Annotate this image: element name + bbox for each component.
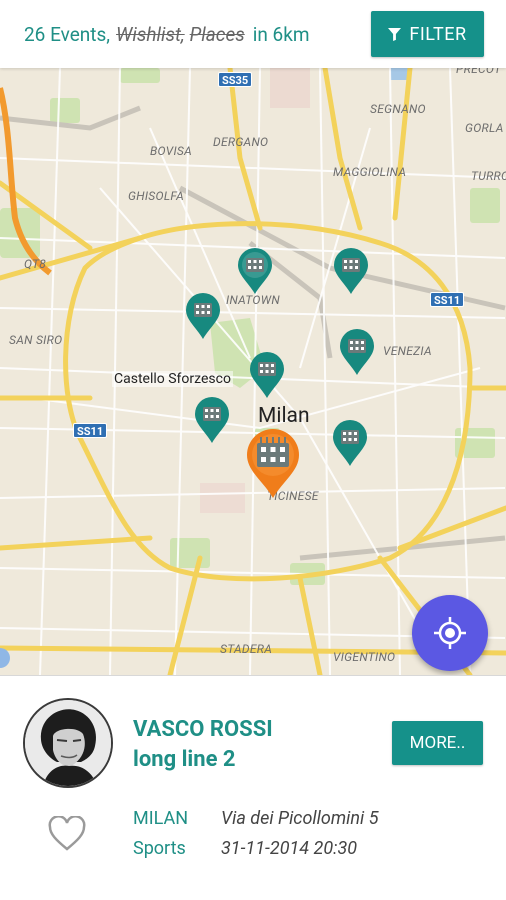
events-count[interactable]: 26 Events, <box>24 23 110 46</box>
map-label-venezia: VENEZIA <box>383 344 432 358</box>
venue-pin-icon[interactable] <box>331 419 369 467</box>
road-shield-ss11-west: SS11 <box>73 423 108 438</box>
top-bar: 26 Events, Wishlist, Places in 6km FILTE… <box>0 0 506 68</box>
event-subtitle: long line 2 <box>133 747 236 772</box>
venue-pin-icon[interactable] <box>248 351 286 399</box>
event-city: MILAN <box>133 808 189 829</box>
filter-icon <box>388 27 402 41</box>
road-shield-ss11-east: SS11 <box>430 292 465 307</box>
results-summary: 26 Events, Wishlist, Places in 6km <box>24 23 371 46</box>
map-label-maggiolina: MAGGIOLINA <box>333 165 407 179</box>
map-label-chinatown: INATOWN <box>226 293 280 307</box>
event-address: Via dei Picollomini 5 <box>221 808 379 829</box>
places-toggle[interactable]: Places <box>190 23 245 46</box>
map-label-stadera: STADERA <box>220 642 273 656</box>
event-title: VASCO ROSSI <box>133 717 273 742</box>
map-label-ghisolfa: GHISOLFA <box>128 189 185 203</box>
venue-pin-icon[interactable] <box>184 292 222 340</box>
venue-pin-icon[interactable] <box>193 396 231 444</box>
map-view[interactable]: PRECOT SEGNANO GORLA DERGANO BOVISA MAGG… <box>0 68 506 675</box>
map-label-bovisa: BOVISA <box>150 144 193 158</box>
wishlist-toggle[interactable]: Wishlist, <box>116 23 185 46</box>
road-shield-ss35: SS35 <box>218 72 253 87</box>
event-datetime: 31-11-2014 20:30 <box>221 838 358 859</box>
map-label-milan: Milan <box>258 404 310 428</box>
event-detail-panel: VASCO ROSSI long line 2 MORE.. MILAN Via… <box>0 675 506 900</box>
map-label-turro: TURRO <box>471 169 506 183</box>
map-label-precot: PRECOT <box>456 68 502 76</box>
event-category: Sports <box>133 838 186 859</box>
app-root: 26 Events, Wishlist, Places in 6km FILTE… <box>0 0 506 900</box>
map-label-vigentino: VIGENTINO <box>333 650 396 664</box>
range-label: in 6km <box>252 22 310 46</box>
heart-outline-icon[interactable] <box>48 816 86 852</box>
venue-pin-icon[interactable] <box>332 247 370 295</box>
more-button[interactable]: MORE.. <box>392 721 483 765</box>
map-label-segnano: SEGNANO <box>370 102 426 116</box>
locate-me-button[interactable] <box>412 595 488 671</box>
venue-pin-icon[interactable] <box>338 328 376 376</box>
map-label-gorla: GORLA <box>465 121 504 135</box>
map-label-qt8: QT8 <box>24 257 47 271</box>
filter-button[interactable]: FILTER <box>371 11 484 57</box>
artist-avatar[interactable] <box>23 698 113 788</box>
my-location-icon <box>434 617 466 649</box>
filter-button-label: FILTER <box>409 23 467 45</box>
map-label-dergano: DERGANO <box>213 135 269 149</box>
map-label-castello: Castello Sforzesco <box>112 371 233 387</box>
selected-venue-pin-icon[interactable] <box>245 429 301 499</box>
venue-pin-icon[interactable] <box>236 247 274 295</box>
map-label-san-siro: SAN SIRO <box>9 333 63 347</box>
